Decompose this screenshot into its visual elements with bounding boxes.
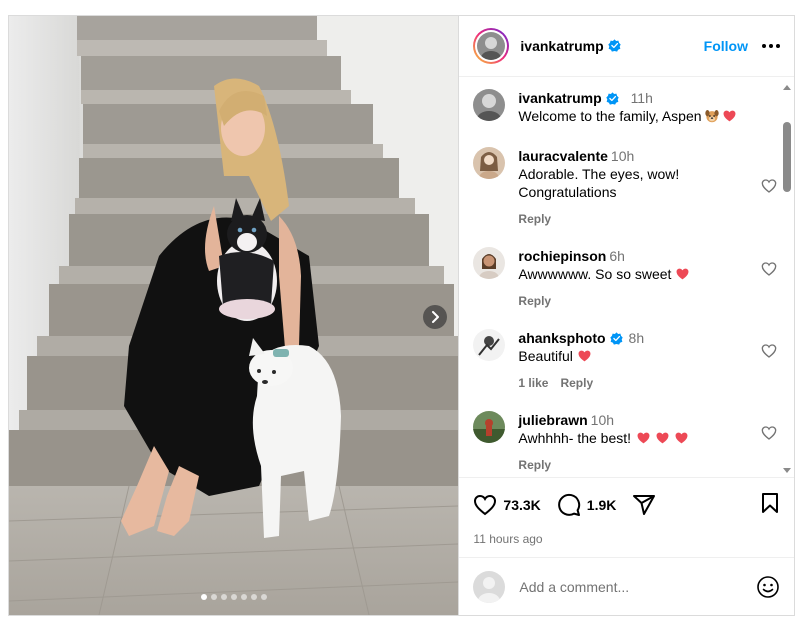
next-slide-button[interactable]: [423, 305, 447, 329]
comment-time: 10h: [590, 411, 615, 428]
post-photo: [9, 16, 459, 615]
red-heart-emoji-icon: [676, 268, 689, 280]
like-comment-heart-icon[interactable]: [761, 178, 777, 194]
carousel-dot: [200, 594, 207, 600]
carousel-dot: [240, 594, 247, 600]
share-button[interactable]: [632, 493, 662, 517]
dog-face-emoji-icon: [704, 109, 719, 123]
bookmark-icon: [762, 492, 778, 513]
comment-text: Awhhhh- the best!: [518, 429, 632, 446]
like-count[interactable]: 73.3K: [503, 497, 540, 513]
scroll-down-icon[interactable]: [783, 467, 791, 473]
carousel-dot: [220, 594, 227, 600]
comment-text: Adorable. The eyes, wow! Congratulations: [518, 165, 680, 200]
comment-text: Beautiful: [518, 347, 573, 364]
comment-item: juliebrawn 10h Awhhhh- the best! Reply: [473, 410, 777, 474]
caption-text: Welcome to the family, Aspen: [518, 107, 702, 124]
avatar[interactable]: [473, 246, 506, 279]
comment-username[interactable]: lauracvalente: [518, 148, 608, 164]
post-timestamp[interactable]: 11 hours ago: [473, 532, 780, 546]
comment-username[interactable]: rochiepinson: [518, 248, 606, 264]
carousel-dot: [230, 594, 237, 600]
scrollbar-thumb[interactable]: [783, 121, 791, 192]
reply-button[interactable]: Reply: [518, 456, 551, 474]
reply-button[interactable]: Reply: [518, 210, 551, 228]
reply-button[interactable]: Reply: [518, 292, 551, 310]
like-comment-heart-icon[interactable]: [761, 261, 777, 277]
save-button[interactable]: [760, 492, 780, 519]
add-comment-bar: [459, 557, 794, 615]
caption-time: 11h: [630, 89, 653, 106]
comment-item: rochiepinson 6h Awwwwww. So so sweet Repl…: [473, 246, 777, 310]
avatar[interactable]: [473, 328, 506, 361]
emoji-icon[interactable]: [756, 575, 780, 599]
comment-item: ahanksphoto 8h Beautiful 1 like Reply: [473, 328, 777, 392]
add-comment-input[interactable]: [519, 578, 740, 595]
red-heart-emoji-icon: [675, 432, 688, 444]
comment-username[interactable]: ahanksphoto: [518, 330, 605, 346]
post-header: ivankatrump Follow: [459, 16, 794, 77]
post-media[interactable]: [9, 16, 459, 615]
carousel-indicator: [9, 594, 458, 600]
comment-text: Awwwwww. So so sweet: [518, 265, 672, 282]
author-avatar[interactable]: [473, 27, 510, 64]
carousel-dot: [260, 594, 267, 600]
follow-button[interactable]: Follow: [704, 38, 748, 54]
comment-item: lauracvalente 10h Adorable. The eyes, wow…: [473, 146, 777, 228]
avatar[interactable]: [473, 146, 506, 179]
carousel-dot: [210, 594, 217, 600]
heart-icon: [474, 495, 497, 516]
reply-button[interactable]: Reply: [560, 374, 593, 392]
like-comment-heart-icon[interactable]: [761, 425, 777, 441]
like-comment-heart-icon[interactable]: [761, 343, 777, 359]
post-panel: ivankatrump Follow ivankatrump 11h Welco…: [458, 16, 794, 615]
current-user-avatar: [473, 570, 506, 603]
avatar[interactable]: [473, 88, 506, 121]
verified-badge-icon: [605, 92, 619, 105]
comments-list[interactable]: ivankatrump 11h Welcome to the family, A…: [459, 77, 794, 478]
comment-time: 8h: [628, 329, 645, 346]
comment-likes[interactable]: 1 like: [518, 374, 548, 392]
comment-button[interactable]: 1.9K: [557, 493, 617, 517]
avatar: [477, 31, 506, 60]
caption-username[interactable]: ivankatrump: [518, 90, 601, 106]
like-button[interactable]: 73.3K: [473, 494, 541, 516]
red-heart-emoji-icon: [637, 432, 650, 444]
carousel-dot: [250, 594, 257, 600]
red-heart-emoji-icon: [578, 350, 591, 362]
comment-count[interactable]: 1.9K: [587, 497, 617, 513]
avatar[interactable]: [473, 410, 506, 443]
comment-icon: [557, 494, 580, 517]
share-icon: [633, 495, 656, 516]
caption: ivankatrump 11h Welcome to the family, A…: [473, 88, 760, 125]
comments-scrollbar[interactable]: [780, 77, 792, 478]
author-username[interactable]: ivankatrump: [520, 38, 603, 54]
chevron-right-icon: [432, 311, 439, 323]
more-icon[interactable]: [762, 40, 780, 52]
user-silhouette-icon: [478, 576, 501, 603]
comment-time: 6h: [609, 247, 625, 264]
red-heart-emoji-icon: [656, 432, 669, 444]
post-dialog: ivankatrump Follow ivankatrump 11h Welco…: [8, 15, 795, 616]
scroll-up-icon[interactable]: [783, 84, 791, 90]
verified-badge-icon: [609, 332, 623, 345]
comment-time: 10h: [610, 147, 635, 164]
comment-username[interactable]: juliebrawn: [518, 412, 587, 428]
verified-badge-icon: [607, 39, 621, 53]
red-heart-emoji-icon: [723, 110, 736, 122]
